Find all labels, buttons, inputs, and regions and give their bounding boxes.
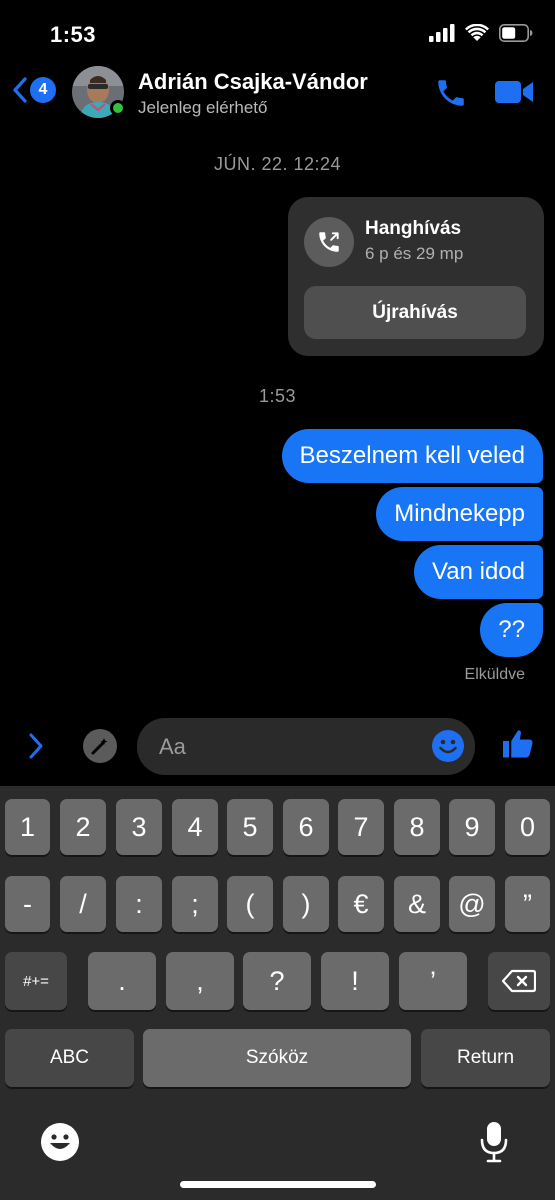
key-euro[interactable]: € bbox=[338, 876, 384, 932]
status-bar: 1:53 bbox=[0, 0, 555, 60]
home-indicator bbox=[180, 1181, 376, 1188]
thumbs-up-button[interactable] bbox=[500, 726, 536, 767]
key-apostrophe[interactable]: ’ bbox=[399, 952, 467, 1010]
delivery-status: Elküldve bbox=[464, 666, 525, 683]
call-icon-circle bbox=[304, 217, 354, 267]
key-9[interactable]: 9 bbox=[449, 799, 495, 855]
call-title: Hanghívás bbox=[365, 218, 462, 239]
message-input[interactable] bbox=[137, 718, 475, 775]
key-6[interactable]: 6 bbox=[283, 799, 329, 855]
key-backspace[interactable] bbox=[488, 952, 550, 1010]
key-at[interactable]: @ bbox=[449, 876, 495, 932]
message-composer bbox=[0, 712, 555, 784]
smiley-icon bbox=[432, 730, 464, 762]
key-2[interactable]: 2 bbox=[60, 799, 106, 855]
redial-button[interactable]: Újrahívás bbox=[304, 286, 526, 339]
sent-message-bubble[interactable]: Beszelnem kell veled bbox=[281, 429, 543, 483]
key-hyphen[interactable]: - bbox=[5, 876, 50, 932]
outgoing-call-icon bbox=[319, 232, 339, 252]
brush-button[interactable] bbox=[83, 729, 117, 763]
contact-name[interactable]: Adrián Csajka-Vándor bbox=[138, 69, 368, 95]
cellular-signal-icon bbox=[429, 24, 455, 42]
chevron-right-icon bbox=[29, 733, 43, 759]
avatar[interactable] bbox=[72, 66, 126, 118]
microphone-icon bbox=[480, 1122, 508, 1163]
expand-actions-button[interactable] bbox=[26, 732, 46, 765]
video-camera-icon bbox=[495, 81, 533, 103]
online-status-dot bbox=[110, 100, 126, 116]
call-duration: 6 p és 29 mp bbox=[365, 244, 464, 263]
keyboard-emoji-button[interactable] bbox=[40, 1122, 80, 1167]
key-ampersand[interactable]: & bbox=[394, 876, 440, 932]
dictation-button[interactable] bbox=[478, 1120, 510, 1169]
contact-status: Jelenleg elérhető bbox=[138, 98, 268, 117]
keyboard: 1 2 3 4 5 6 7 8 9 0 - / : ; ( ) € & @ ” … bbox=[0, 786, 555, 1200]
key-return[interactable]: Return bbox=[421, 1029, 550, 1087]
message-timestamp: 1:53 bbox=[258, 386, 297, 406]
key-abc[interactable]: ABC bbox=[5, 1029, 134, 1087]
message-timestamp: JÚN. 22. 12:24 bbox=[213, 154, 342, 174]
thumbs-up-icon bbox=[503, 730, 533, 758]
key-semicolon[interactable]: ; bbox=[172, 876, 218, 932]
key-5[interactable]: 5 bbox=[227, 799, 273, 855]
video-call-button[interactable] bbox=[494, 78, 534, 111]
emoji-face-icon bbox=[41, 1123, 79, 1161]
status-time: 1:53 bbox=[50, 22, 97, 47]
key-close-paren[interactable]: ) bbox=[283, 876, 329, 932]
key-open-paren[interactable]: ( bbox=[227, 876, 273, 932]
backspace-icon bbox=[502, 969, 536, 993]
key-8[interactable]: 8 bbox=[394, 799, 440, 855]
key-exclamation[interactable]: ! bbox=[321, 952, 389, 1010]
unread-count-badge: 4 bbox=[30, 77, 56, 103]
sent-message-bubble[interactable]: Van idod bbox=[414, 545, 543, 599]
voice-call-button[interactable] bbox=[434, 76, 468, 115]
key-question[interactable]: ? bbox=[243, 952, 311, 1010]
phone-icon bbox=[438, 80, 464, 106]
key-comma[interactable]: , bbox=[166, 952, 234, 1010]
key-symbols-toggle[interactable]: #+= bbox=[5, 952, 67, 1010]
call-summary-card: Hanghívás 6 p és 29 mp Újrahívás bbox=[288, 197, 544, 356]
key-7[interactable]: 7 bbox=[338, 799, 384, 855]
status-icons bbox=[429, 24, 533, 42]
back-button[interactable]: 4 bbox=[12, 76, 56, 104]
chevron-left-icon bbox=[13, 77, 27, 103]
key-3[interactable]: 3 bbox=[116, 799, 162, 855]
key-1[interactable]: 1 bbox=[5, 799, 50, 855]
sent-message-bubble[interactable]: Mindnekepp bbox=[376, 487, 543, 541]
sent-message-bubble[interactable]: ?? bbox=[480, 603, 543, 657]
battery-icon bbox=[499, 24, 533, 42]
key-space[interactable]: Szóköz bbox=[143, 1029, 411, 1087]
wifi-icon bbox=[465, 24, 489, 41]
key-0[interactable]: 0 bbox=[505, 799, 550, 855]
key-quote[interactable]: ” bbox=[505, 876, 550, 932]
chat-header: 4 Adrián Csajka-Vándor Jelenleg elérhető bbox=[0, 60, 555, 130]
emoji-button[interactable] bbox=[431, 729, 465, 768]
key-period[interactable]: . bbox=[88, 952, 156, 1010]
magic-wand-icon bbox=[91, 738, 108, 755]
key-colon[interactable]: : bbox=[116, 876, 162, 932]
key-4[interactable]: 4 bbox=[172, 799, 218, 855]
key-slash[interactable]: / bbox=[60, 876, 106, 932]
